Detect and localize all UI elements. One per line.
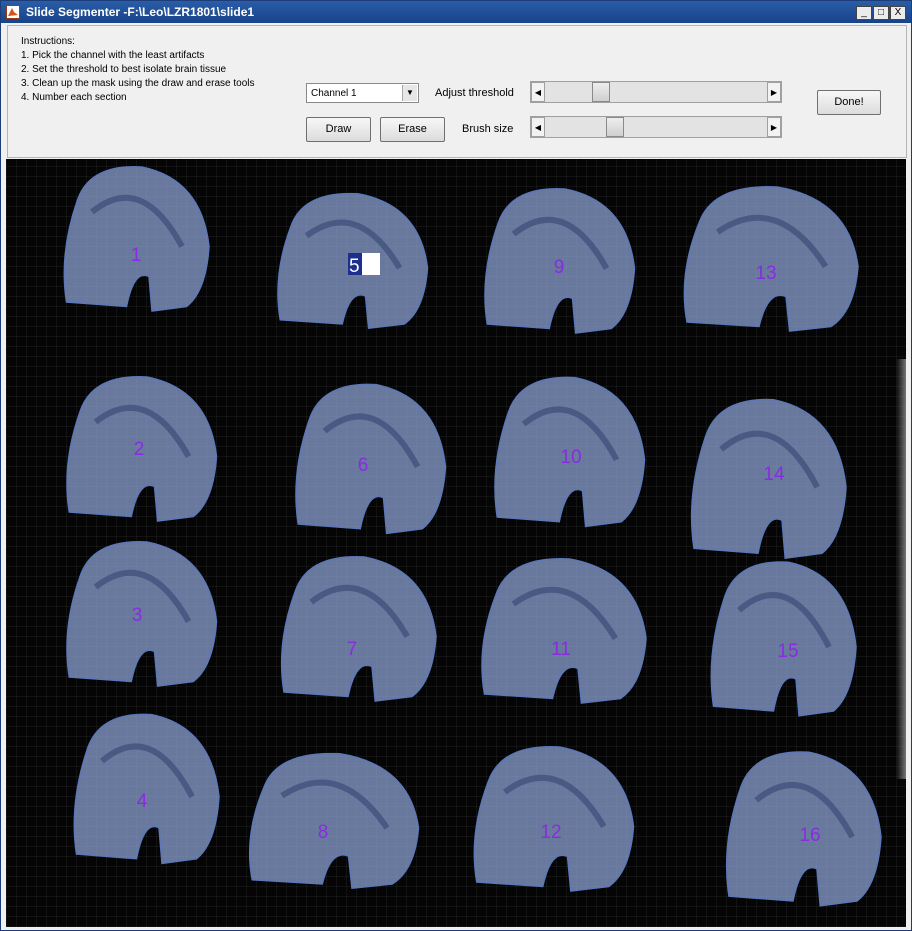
section-number: 10 <box>560 447 581 468</box>
title-bar[interactable]: Slide Segmenter -F:\Leo\LZR1801\slide1 _… <box>1 1 911 23</box>
brain-section[interactable] <box>473 746 635 892</box>
section-mask <box>683 186 859 332</box>
brush-size-slider[interactable]: ◀ ▶ <box>530 116 782 138</box>
app-window: Slide Segmenter -F:\Leo\LZR1801\slide1 _… <box>0 0 912 931</box>
section-mask <box>481 558 647 704</box>
arrow-left-icon[interactable]: ◀ <box>531 117 545 137</box>
erase-button[interactable]: Erase <box>380 117 445 142</box>
threshold-slider[interactable]: ◀ ▶ <box>530 81 782 103</box>
section-mask <box>280 556 437 702</box>
brush-size-slider-thumb[interactable] <box>606 117 625 137</box>
brain-section[interactable] <box>710 561 857 717</box>
threshold-label: Adjust threshold <box>435 87 514 99</box>
section-number: 11 <box>551 639 571 660</box>
control-panel: Instructions: 1. Pick the channel with t… <box>7 25 907 158</box>
section-number: 2 <box>134 439 145 460</box>
section-mask <box>473 746 635 892</box>
brain-section[interactable] <box>295 383 447 535</box>
section-number: 6 <box>358 455 369 476</box>
brush-size-label: Brush size <box>462 123 514 135</box>
section-mask <box>295 383 447 535</box>
section-number: 4 <box>137 791 148 812</box>
instructions-heading: Instructions: <box>21 36 75 47</box>
brain-section[interactable] <box>73 713 220 865</box>
arrow-right-icon[interactable]: ▶ <box>767 82 781 102</box>
section-mask <box>63 166 210 312</box>
chevron-down-icon[interactable]: ▼ <box>402 85 417 101</box>
instruction-step: 1. Pick the channel with the least artif… <box>21 50 205 61</box>
section-number: 12 <box>540 822 561 843</box>
matlab-icon <box>6 5 20 19</box>
section-number: 14 <box>763 464 785 485</box>
brain-section[interactable] <box>683 186 859 332</box>
channel-select-value: Channel 1 <box>311 88 357 99</box>
section-number: 9 <box>554 257 565 278</box>
section-number: 7 <box>347 639 358 660</box>
arrow-right-icon[interactable]: ▶ <box>767 117 781 137</box>
brain-section[interactable] <box>280 556 437 702</box>
section-mask <box>73 713 220 865</box>
slide-image[interactable]: 1 2 3 4 5 6 7 8 9 10 11 12 13 14 15 16 <box>6 159 906 927</box>
section-label-input-text[interactable]: 5 <box>349 256 360 277</box>
minimize-button[interactable]: _ <box>856 6 872 20</box>
section-mask <box>710 561 857 717</box>
brain-section[interactable] <box>63 166 210 312</box>
section-mask <box>248 752 420 890</box>
arrow-left-icon[interactable]: ◀ <box>531 82 545 102</box>
section-number: 13 <box>755 263 776 284</box>
section-number: 8 <box>318 822 329 843</box>
instruction-step: 3. Clean up the mask using the draw and … <box>21 78 255 89</box>
brain-section[interactable] <box>248 752 420 890</box>
section-label-input[interactable] <box>362 253 380 275</box>
instruction-step: 4. Number each section <box>21 92 127 103</box>
window-title: Slide Segmenter -F:\Leo\LZR1801\slide1 <box>26 5 255 19</box>
threshold-slider-thumb[interactable] <box>591 82 610 102</box>
section-number: 1 <box>131 245 142 266</box>
instructions: Instructions: 1. Pick the channel with t… <box>21 35 254 105</box>
close-button[interactable]: X <box>890 6 906 20</box>
instruction-step: 2. Set the threshold to best isolate bra… <box>21 64 227 75</box>
section-number: 16 <box>799 825 820 846</box>
section-number: 3 <box>132 605 143 626</box>
section-overlay[interactable]: 12345678910111213141516 <box>6 159 906 927</box>
draw-button[interactable]: Draw <box>306 117 371 142</box>
section-number: 15 <box>777 641 798 662</box>
channel-select[interactable]: Channel 1 ▼ <box>306 83 419 103</box>
done-button[interactable]: Done! <box>817 90 881 115</box>
brain-section[interactable] <box>481 558 647 704</box>
maximize-button[interactable]: □ <box>873 6 889 20</box>
